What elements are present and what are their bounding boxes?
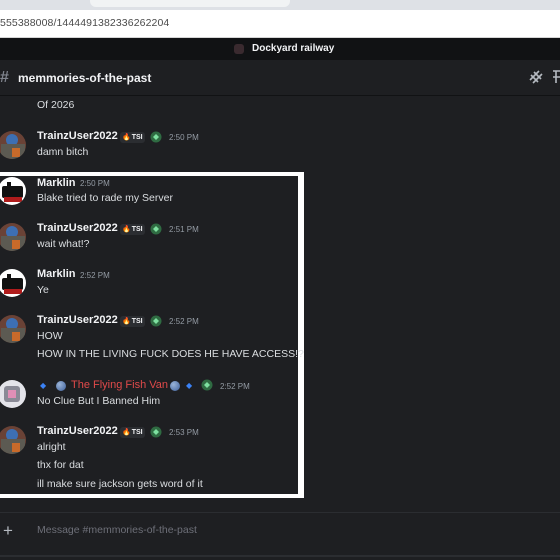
message-text: Ye: [37, 284, 49, 296]
url-text[interactable]: 555388008/1444491382336262204: [0, 17, 169, 29]
divider: [0, 555, 560, 557]
role-icon[interactable]: [150, 131, 162, 143]
role-icon[interactable]: [150, 426, 162, 438]
browser-tab[interactable]: [90, 0, 290, 7]
globe-icon: [170, 381, 180, 391]
globe-icon: [56, 381, 66, 391]
avatar[interactable]: [0, 426, 26, 454]
username[interactable]: TrainzUser2022: [37, 425, 118, 437]
threads-icon[interactable]: [528, 69, 544, 85]
message-input[interactable]: Message #memmories-of-the-past: [37, 524, 197, 536]
tsi-tag[interactable]: 🔥TSI: [120, 132, 145, 143]
username[interactable]: TrainzUser2022: [37, 222, 118, 234]
message-text: damn bitch: [37, 146, 89, 158]
plus-icon[interactable]: +: [3, 522, 13, 539]
server-name[interactable]: Dockyard railway: [252, 43, 334, 54]
timestamp: 2:50 PM: [169, 133, 199, 142]
flame-icon: 🔥: [122, 318, 131, 325]
role-icon[interactable]: [150, 223, 162, 235]
tsi-tag[interactable]: 🔥TSI: [120, 224, 145, 235]
pin-icon[interactable]: [551, 69, 560, 85]
username[interactable]: Marklin: [37, 177, 76, 189]
server-banner: Dockyard railway: [0, 38, 560, 60]
timestamp: 2:52 PM: [169, 317, 199, 326]
message-text: thx for dat: [37, 459, 84, 471]
role-icon[interactable]: [150, 315, 162, 327]
username[interactable]: The Flying Fish Van: [71, 379, 168, 391]
role-icon[interactable]: [201, 379, 213, 391]
message-text: ill make sure jackson gets word of it: [37, 478, 203, 490]
timestamp: 2:53 PM: [169, 428, 199, 437]
message-text: HOW: [37, 330, 63, 342]
diamond-icon: ◆: [186, 381, 193, 390]
tsi-tag[interactable]: 🔥TSI: [120, 316, 145, 327]
diamond-icon: ◆: [40, 381, 47, 390]
timestamp: 2:52 PM: [80, 271, 110, 280]
message-text: wait what!?: [37, 238, 90, 250]
tag-label: TSI: [131, 318, 143, 325]
message-text: Of 2026: [37, 99, 75, 111]
channel-header: # memmories-of-the-past: [0, 60, 560, 96]
timestamp: 2:51 PM: [169, 225, 199, 234]
server-icon: [234, 44, 244, 54]
username[interactable]: TrainzUser2022: [37, 130, 118, 142]
hash-icon: #: [0, 69, 9, 86]
tag-label: TSI: [131, 226, 143, 233]
address-bar[interactable]: 555388008/1444491382336262204: [0, 10, 560, 38]
username[interactable]: Marklin: [37, 268, 76, 280]
message-text: Blake tried to rade my Server: [37, 192, 173, 204]
avatar[interactable]: [0, 315, 26, 343]
tag-label: TSI: [131, 429, 143, 436]
message-composer[interactable]: + Message #memmories-of-the-past: [0, 512, 560, 549]
username[interactable]: TrainzUser2022: [37, 314, 118, 326]
flame-icon: 🔥: [122, 429, 131, 436]
timestamp: 2:52 PM: [220, 382, 250, 391]
tag-label: TSI: [131, 134, 143, 141]
channel-name[interactable]: memmories-of-the-past: [18, 71, 151, 85]
flame-icon: 🔥: [122, 226, 131, 233]
timestamp: 2:50 PM: [80, 179, 110, 188]
flame-icon: 🔥: [122, 134, 131, 141]
bottom-strip: [0, 548, 560, 560]
message-text: HOW IN THE LIVING FUCK DOES HE HAVE ACCE…: [37, 348, 304, 360]
message-text: No Clue But I Banned Him: [37, 395, 161, 407]
tsi-tag[interactable]: 🔥TSI: [120, 427, 145, 438]
avatar[interactable]: [0, 131, 26, 159]
browser-tab-strip: [0, 0, 560, 10]
avatar[interactable]: [0, 223, 26, 251]
message-text: alright: [37, 441, 66, 453]
